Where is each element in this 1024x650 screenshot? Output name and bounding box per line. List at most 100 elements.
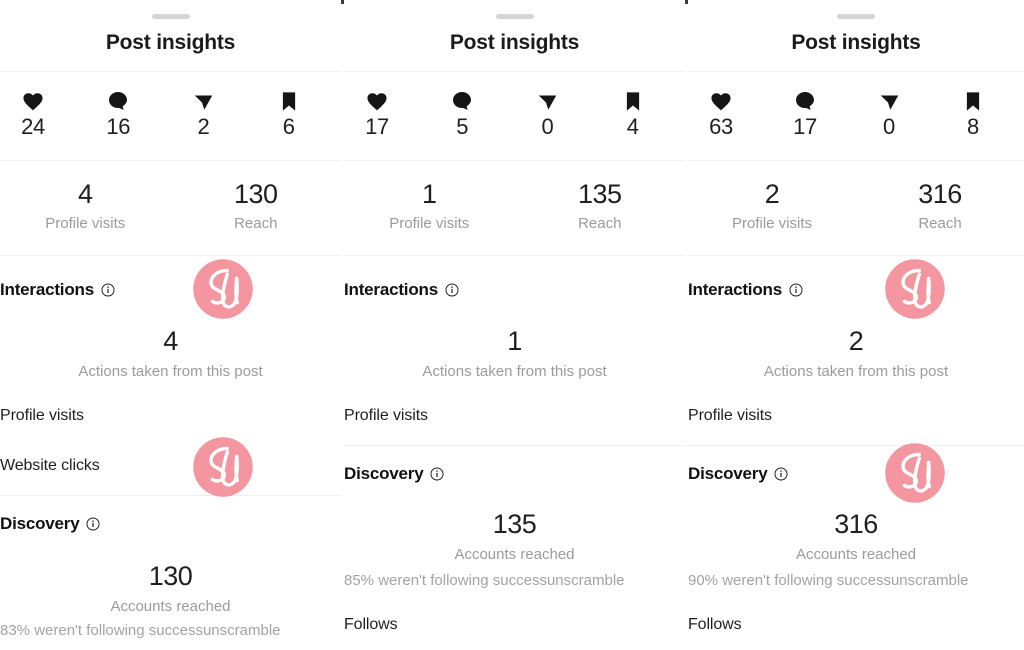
sheet-drag-handle[interactable] [837,14,875,19]
section-heading-discovery: Discovery [688,464,789,484]
section-heading-interactions: Interactions [344,280,459,300]
stat-reach: 135 Reach [515,178,686,248]
discovery-follow-note: 90% weren't following successunscramble [688,572,969,589]
engagement-comments[interactable]: 16 [85,88,170,154]
stat-value: 316 [918,179,962,209]
engagement-likes[interactable]: 24 [0,88,85,154]
comments-count: 17 [793,114,817,139]
divider [344,445,685,446]
comments-count: 16 [106,114,131,139]
interactions-caption: Actions taken from this post [763,363,949,380]
engagement-comments[interactable]: 5 [429,88,514,154]
engagement-shares[interactable]: 2 [171,88,256,154]
discovery-value: 130 [148,561,193,591]
section-heading-discovery: Discovery [0,514,101,534]
heart-icon [364,88,390,114]
page-title: Post insights [449,31,580,54]
list-item-profile-visits[interactable]: Profile visits [688,405,772,427]
insights-panel-group: Post insights 24 16 2 6 4 Profile visits… [0,0,1024,650]
section-title: Discovery [0,514,80,533]
stat-label: Reach [918,215,962,232]
engagement-icon-row: 17 5 0 4 [344,88,685,154]
discovery-metric: 135 Accounts reached [344,508,685,566]
interactions-caption: Actions taken from this post [422,363,607,380]
watermark-logo [192,436,254,498]
divider [688,255,1024,256]
section-heading-interactions: Interactions [688,280,803,300]
saves-count: 8 [967,114,979,139]
divider [344,160,685,161]
info-icon[interactable] [86,517,101,531]
watermark-logo [192,258,254,320]
comment-icon [792,88,818,114]
section-title: Interactions [688,280,782,299]
divider [688,445,1024,446]
saves-count: 4 [626,114,639,139]
engagement-saves[interactable]: 8 [940,88,1024,154]
heart-icon [20,88,46,114]
info-icon[interactable] [101,283,115,297]
discovery-value: 316 [834,509,878,539]
comments-count: 5 [456,114,469,139]
stat-profile-visits: 2 Profile visits [688,178,856,248]
discovery-caption: Accounts reached [110,598,231,615]
summary-stats-row: 2 Profile visits 316 Reach [688,178,1024,248]
shares-count: 0 [883,114,895,139]
section-title: Interactions [344,280,438,299]
stat-reach: 130 Reach [171,178,342,248]
section-title: Interactions [0,280,94,299]
info-icon[interactable] [774,467,789,481]
stat-value: 4 [77,179,93,209]
engagement-shares[interactable]: 0 [515,88,600,154]
discovery-caption: Accounts reached [795,546,917,563]
stat-label: Profile visits [389,215,470,232]
stat-label: Profile visits [731,215,813,232]
sheet-drag-handle[interactable] [151,14,190,19]
stat-profile-visits: 1 Profile visits [344,178,515,248]
interactions-value: 4 [163,326,178,356]
engagement-saves[interactable]: 4 [600,88,685,154]
interactions-metric: 1 Actions taken from this post [344,325,685,383]
divider [0,71,341,72]
divider [0,255,341,256]
divider [688,71,1024,72]
page-title: Post insights [791,31,921,54]
engagement-likes[interactable]: 17 [344,88,429,154]
bookmark-icon [276,88,302,114]
comment-icon [105,88,131,114]
post-insights-panel-2: Post insights 17 5 0 4 1 Profile visits … [344,0,685,650]
list-item-profile-visits[interactable]: Profile visits [0,405,84,427]
info-icon[interactable] [430,467,445,481]
info-icon[interactable] [789,283,803,297]
page-title: Post insights [105,31,236,54]
summary-stats-row: 4 Profile visits 130 Reach [0,178,341,248]
list-item-profile-visits[interactable]: Profile visits [344,405,428,427]
list-item-follows[interactable]: Follows [688,614,742,636]
stat-reach: 316 Reach [856,178,1024,248]
list-item-website-clicks[interactable]: Website clicks [0,455,100,477]
discovery-caption: Accounts reached [454,546,575,563]
engagement-comments[interactable]: 17 [772,88,856,154]
engagement-likes[interactable]: 63 [688,88,772,154]
section-title: Discovery [344,464,424,483]
engagement-shares[interactable]: 0 [856,88,940,154]
interactions-metric: 2 Actions taken from this post [688,325,1024,383]
discovery-follow-note: 85% weren't following successunscramble [344,572,625,589]
divider [0,495,341,496]
sheet-drag-handle[interactable] [495,14,534,19]
stat-label: Reach [234,215,278,232]
discovery-metric: 130 Accounts reached [0,560,341,618]
engagement-icon-row: 63 17 0 8 [688,88,1024,154]
bookmark-icon [620,88,646,114]
info-icon[interactable] [445,283,459,297]
likes-count: 63 [709,114,733,139]
share-icon [535,88,561,114]
list-item-follows[interactable]: Follows [344,614,398,636]
divider [688,160,1024,161]
shares-count: 2 [197,114,210,139]
interactions-value: 1 [507,326,522,356]
engagement-saves[interactable]: 6 [256,88,341,154]
divider [344,255,685,256]
comment-icon [449,88,475,114]
likes-count: 17 [365,114,389,139]
